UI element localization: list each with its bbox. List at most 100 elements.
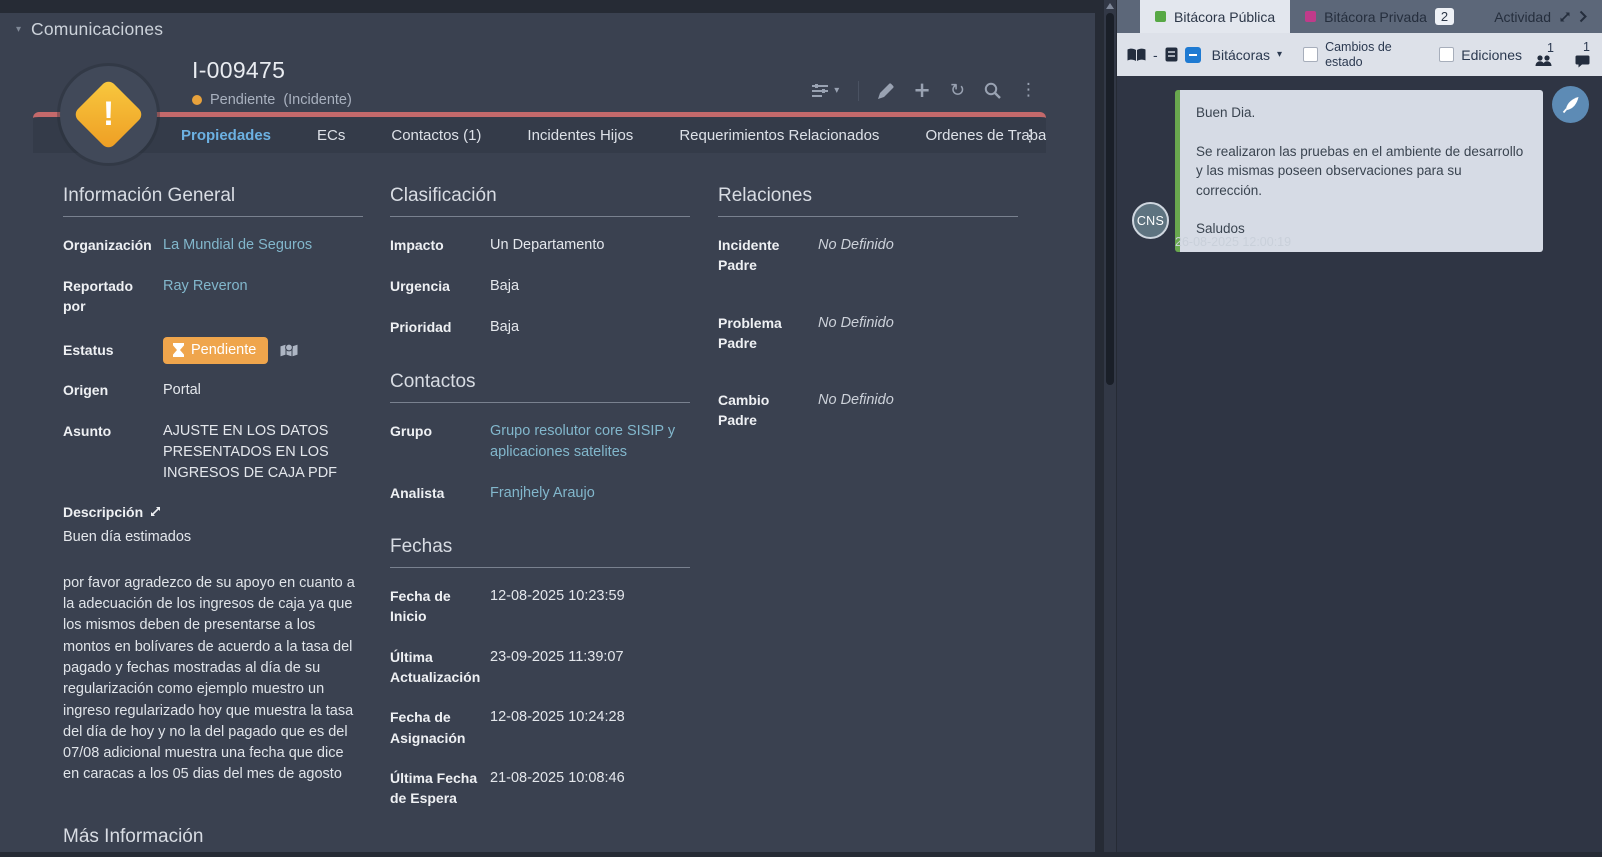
ticket-tabbar: Propiedades ECs Contactos (1) Incidentes… xyxy=(33,112,1046,153)
collapse-entries-icon[interactable] xyxy=(1185,47,1201,63)
private-log-count-badge: 2 xyxy=(1435,8,1454,25)
journal-icon[interactable] xyxy=(1165,47,1178,62)
field-label: Descripción xyxy=(63,504,143,520)
open-book-icon[interactable] xyxy=(1127,48,1146,62)
tab-actividad[interactable]: Actividad xyxy=(1479,0,1602,33)
status-button-label: Pendiente xyxy=(191,342,256,358)
tab-bitacora-privada[interactable]: Bitácora Privada 2 xyxy=(1290,0,1469,33)
filter-button[interactable]: ▾ xyxy=(811,84,839,98)
field-label: Fecha de Inicio xyxy=(390,586,490,627)
date-value: 23-09-2025 11:39:07 xyxy=(490,647,690,688)
field-urgencia: Urgencia Baja xyxy=(390,276,690,297)
field-label: Asunto xyxy=(63,421,163,484)
new-entry-button[interactable] xyxy=(1552,86,1589,123)
entry-line1: Buen Dia. xyxy=(1196,103,1527,123)
section-heading: Relaciones xyxy=(718,185,1018,217)
scrollbar-up-arrow[interactable] xyxy=(1106,3,1114,9)
organization-link[interactable]: La Mundial de Seguros xyxy=(163,235,363,256)
public-log-swatch-icon xyxy=(1155,11,1166,22)
field-label: Reportado por xyxy=(63,276,163,317)
tab-contactos[interactable]: Contactos (1) xyxy=(391,127,481,144)
edit-button[interactable] xyxy=(878,83,894,99)
log-panel: Bitácora Pública Bitácora Privada 2 Acti… xyxy=(1117,0,1602,852)
info-general-section: Información General Organización La Mund… xyxy=(63,185,363,857)
impact-value: Un Departamento xyxy=(490,235,690,256)
quill-icon xyxy=(1562,96,1580,114)
search-button[interactable] xyxy=(984,82,1001,99)
origin-value: Portal xyxy=(163,380,363,401)
field-fecha-asignacion: Fecha de Asignación 12-08-2025 10:24:28 xyxy=(390,707,690,748)
field-cambio-padre: Cambio Padre No Definido xyxy=(718,390,1018,431)
parent-change-value: No Definido xyxy=(818,390,1018,431)
chevron-down-icon[interactable]: ▾ xyxy=(1277,49,1282,60)
tab-incidentes-hijos[interactable]: Incidentes Hijos xyxy=(527,127,633,144)
window-top-strip xyxy=(0,0,1095,13)
private-log-swatch-icon xyxy=(1305,11,1316,22)
field-label: Fecha de Asignación xyxy=(390,707,490,748)
field-fecha-inicio: Fecha de Inicio 12-08-2025 10:23:59 xyxy=(390,586,690,627)
field-label: Grupo xyxy=(390,421,490,463)
classification-section: Clasificación Impacto Un Departamento Ur… xyxy=(390,185,690,828)
reporter-link[interactable]: Ray Reveron xyxy=(163,276,363,317)
ticket-toolbar: ▾ + ↻ ⋮ xyxy=(811,80,1037,101)
filter-icon xyxy=(811,84,829,98)
chevron-down-icon: ▾ xyxy=(834,86,839,96)
bitacoras-dropdown[interactable]: Bitácoras xyxy=(1212,47,1270,63)
field-grupo: Grupo Grupo resolutor core SISIP y aplic… xyxy=(390,421,690,463)
scrollbar-thumb[interactable] xyxy=(1106,13,1114,385)
parent-incident-value: No Definido xyxy=(818,235,1018,276)
hourglass-icon xyxy=(173,343,184,357)
tab-overflow-button[interactable]: ⋮ xyxy=(1022,126,1038,145)
log-panel-toolbar: - Bitácoras ▾ Cambios de estado Edicione… xyxy=(1117,33,1602,76)
field-label: Cambio Padre xyxy=(718,390,818,431)
field-ultima-actualizacion: Última Actualización 23-09-2025 11:39:07 xyxy=(390,647,690,688)
ediciones-label: Ediciones xyxy=(1461,47,1522,63)
incident-type-badge: ! xyxy=(60,66,157,163)
collapse-arrow-icon[interactable]: ▾ xyxy=(16,24,21,35)
cambios-estado-label: Cambios de estado xyxy=(1325,40,1403,69)
cambios-estado-checkbox[interactable] xyxy=(1303,47,1318,62)
participants-count-value: 1 xyxy=(1547,42,1554,55)
field-label: Impacto xyxy=(390,235,490,256)
field-problema-padre: Problema Padre No Definido xyxy=(718,313,1018,354)
more-button[interactable]: ⋮ xyxy=(1020,82,1037,99)
entry-author-avatar[interactable]: CNS xyxy=(1132,202,1169,239)
tab-bitacora-publica[interactable]: Bitácora Pública xyxy=(1140,0,1290,33)
tab-requerimientos[interactable]: Requerimientos Relacionados xyxy=(679,127,879,144)
tab-label: Bitácora Pública xyxy=(1174,9,1275,25)
status-button[interactable]: Pendiente xyxy=(163,337,268,364)
expand-panel-icon[interactable] xyxy=(1559,11,1571,23)
parent-problem-value: No Definido xyxy=(818,313,1018,354)
field-label: Incidente Padre xyxy=(718,235,818,276)
participants-count: 1 xyxy=(1535,42,1554,68)
field-label: Organización xyxy=(63,235,163,256)
field-label: Urgencia xyxy=(390,276,490,297)
expand-icon[interactable] xyxy=(150,506,161,517)
refresh-button[interactable]: ↻ xyxy=(950,82,965,100)
urgency-value: Baja xyxy=(490,276,690,297)
description-label: Descripción xyxy=(63,504,363,520)
entry-timestamp: 26-08-2025 12:00:19 xyxy=(1175,235,1291,249)
ediciones-checkbox[interactable] xyxy=(1439,47,1454,62)
log-entry-card[interactable]: Buen Dia. Se realizaron las pruebas en e… xyxy=(1175,90,1543,252)
tab-ecs[interactable]: ECs xyxy=(317,127,345,144)
group-link[interactable]: Grupo resolutor core SISIP y aplicacione… xyxy=(490,421,690,463)
status-text: Pendiente xyxy=(210,92,275,108)
relations-section: Relaciones Incidente Padre No Definido P… xyxy=(718,185,1018,451)
section-heading: Fechas xyxy=(390,536,690,568)
subject-value: AJUSTE EN LOS DATOS PRESENTADOS EN LOS I… xyxy=(163,421,363,484)
breadcrumb[interactable]: ▾ Comunicaciones xyxy=(16,19,163,40)
ticket-id: I-009475 xyxy=(192,57,285,84)
field-estatus: Estatus Pendiente xyxy=(63,337,363,364)
workflow-map-icon[interactable] xyxy=(280,342,298,359)
tab-propiedades[interactable]: Propiedades xyxy=(181,127,271,144)
chevron-right-icon[interactable] xyxy=(1579,10,1587,23)
status-dot-icon xyxy=(192,95,202,105)
field-label: Última Fecha de Espera xyxy=(390,768,490,809)
field-label: Prioridad xyxy=(390,317,490,338)
field-prioridad: Prioridad Baja xyxy=(390,317,690,338)
analyst-link[interactable]: Franjhely Araujo xyxy=(490,483,690,504)
comments-count-value: 1 xyxy=(1583,41,1590,54)
add-button[interactable]: + xyxy=(913,80,931,101)
date-value: 12-08-2025 10:24:28 xyxy=(490,707,690,748)
